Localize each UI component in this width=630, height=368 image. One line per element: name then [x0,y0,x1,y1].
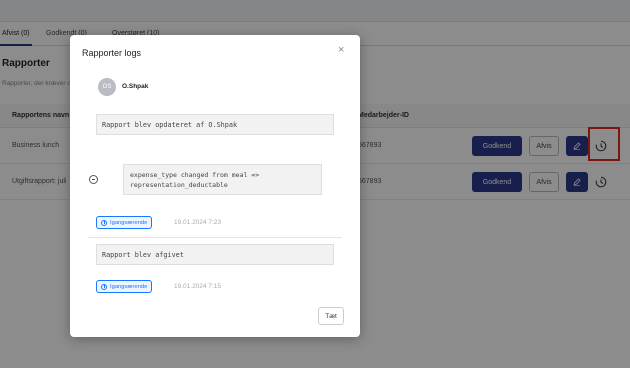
log-message: Rapport blev opdateret af O.Shpak [96,114,334,135]
collapse-icon[interactable] [89,175,98,184]
divider [88,237,342,238]
clock-icon [101,283,107,290]
log-change-detail: expense_type changed from meal => repres… [123,164,322,195]
status-label: Igangværende [110,283,148,290]
status-label: Igangværende [110,219,148,226]
status-badge: Igangværende [96,280,153,293]
logs-modal: Rapporter logs × OS O.Shpak Rapport blev… [70,35,360,337]
log-message: Rapport blev afgivet [96,244,334,265]
log-timestamp: 19.01.2024 7:15 [174,283,221,290]
avatar: OS [98,78,116,96]
status-badge: Igangværende [96,216,153,229]
change-detail-line: expense_type changed from meal => [130,171,260,179]
change-detail-line: representation_deductable [130,181,228,189]
clock-icon [101,219,107,226]
user-name: O.Shpak [122,83,149,90]
close-icon[interactable]: × [338,44,344,56]
modal-title: Rapporter logs [82,48,142,58]
log-timestamp: 19.01.2024 7:23 [174,219,221,226]
close-button[interactable]: Tæt [318,307,344,325]
